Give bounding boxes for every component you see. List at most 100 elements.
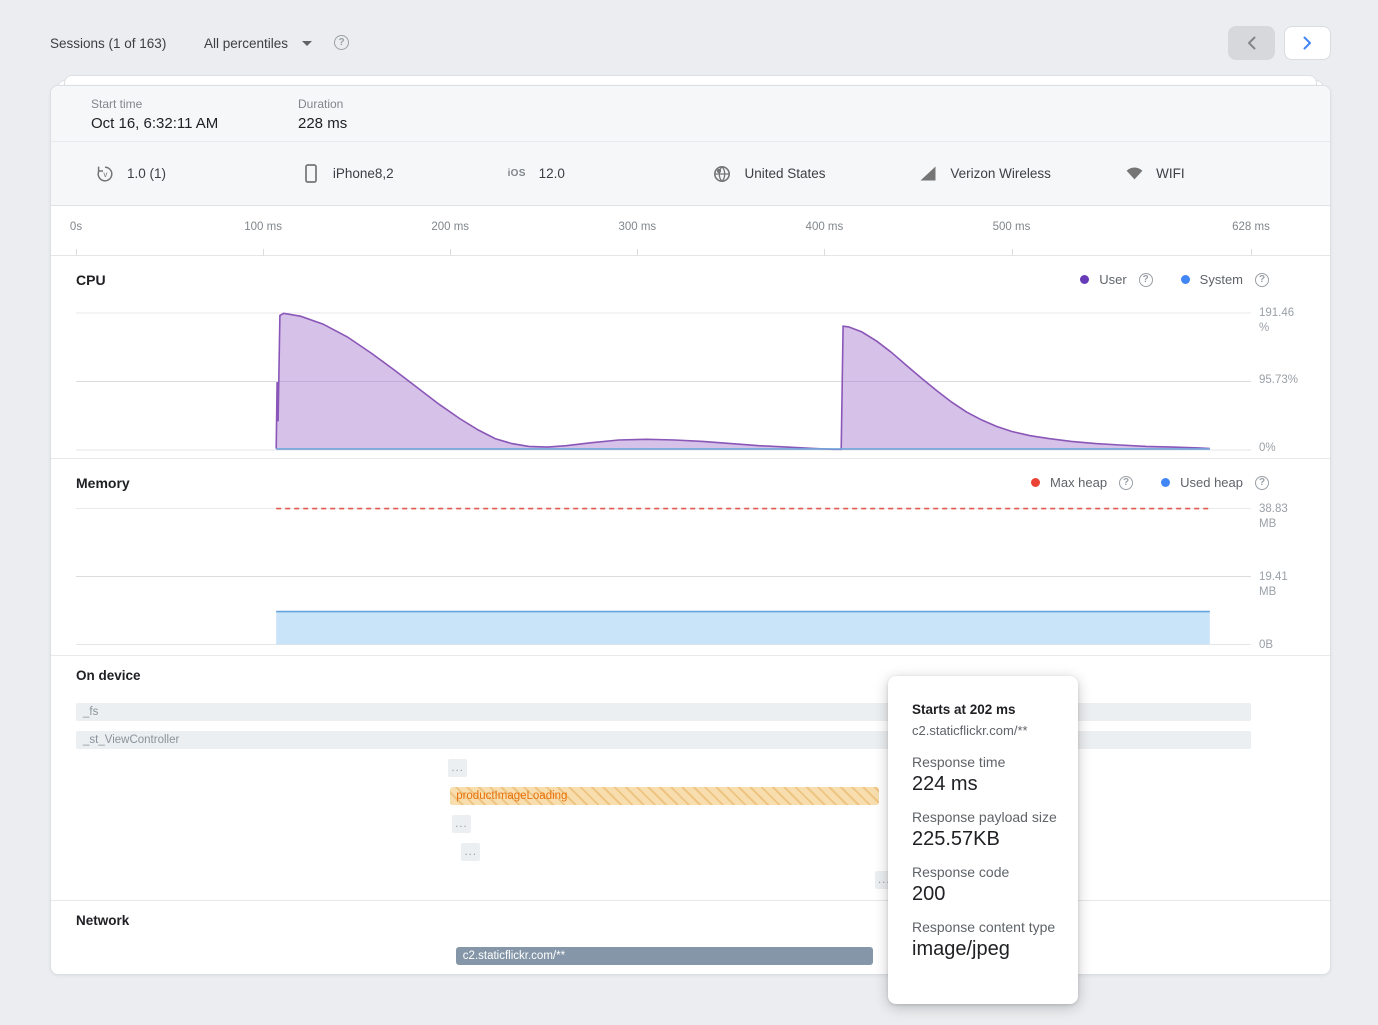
svg-text:v: v <box>103 170 107 179</box>
tooltip-field-value: 200 <box>912 883 1060 906</box>
memory-axis-max: 38.83 MB <box>1259 502 1305 532</box>
collapsed-trace-chip[interactable]: ... <box>461 843 480 861</box>
start-time-value: Oct 16, 6:32:11 AM <box>91 115 218 132</box>
timeline-tick-mark <box>1251 249 1252 256</box>
cpu-chart[interactable] <box>76 311 1251 453</box>
network-section: Network c2.staticflickr.com/** <box>51 901 1330 975</box>
user-help-icon[interactable]: ? <box>1139 273 1153 287</box>
system-help-icon[interactable]: ? <box>1255 273 1269 287</box>
user-legend-label: User <box>1099 272 1126 287</box>
system-legend-dot <box>1181 275 1190 284</box>
chevron-right-icon <box>1303 36 1312 50</box>
country-value: United States <box>744 166 825 181</box>
on-device-title: On device <box>76 668 141 683</box>
timeline-tick-label: 628 ms <box>1232 221 1270 233</box>
memory-section: Memory Max heap ? Used heap ? 38.83 MB 1… <box>51 459 1330 656</box>
max-heap-legend-dot <box>1031 478 1040 487</box>
tooltip-field-response-time: Response time 224 ms <box>912 754 1060 796</box>
cpu-section: CPU User ? System ? 191.46 % 95.73% 0% <box>51 256 1330 459</box>
used-heap-legend-dot <box>1161 478 1170 487</box>
chevron-left-icon <box>1247 36 1256 50</box>
start-time-block: Start time Oct 16, 6:32:11 AM <box>91 97 218 132</box>
tooltip-field-response-code: Response code 200 <box>912 864 1060 906</box>
carrier-signal-icon <box>918 166 938 181</box>
timeline-ruler: 0s 100 ms 200 ms 300 ms 400 ms 500 ms 628 ms <box>51 206 1330 256</box>
device-model-item: iPhone8,2 <box>301 164 507 183</box>
timeline-tick-label: 500 ms <box>993 221 1031 233</box>
percentiles-dropdown[interactable]: All percentiles <box>204 30 312 56</box>
next-session-button[interactable] <box>1284 26 1331 60</box>
used-heap-help-icon[interactable]: ? <box>1255 476 1269 490</box>
memory-legend: Max heap ? Used heap ? <box>1031 475 1269 490</box>
timeline-tick-label: 400 ms <box>806 221 844 233</box>
tooltip-field-label: Response content type <box>912 919 1060 935</box>
carrier-item: Verizon Wireless <box>918 166 1124 181</box>
cpu-axis-max: 191.46 % <box>1259 306 1305 336</box>
duration-label: Duration <box>298 97 347 111</box>
duration-block: Duration 228 ms <box>298 97 347 132</box>
sessions-count-label: Sessions (1 of 163) <box>50 36 166 51</box>
memory-axis-mid: 19.41 MB <box>1259 570 1305 600</box>
os-version-item: iOS 12.0 <box>507 166 713 181</box>
trace-bar[interactable]: productImageLoading <box>450 787 879 805</box>
max-heap-legend-label: Max heap <box>1050 475 1107 490</box>
radio-item: WIFI <box>1124 166 1330 181</box>
max-heap-help-icon[interactable]: ? <box>1119 476 1133 490</box>
device-info-row: v 1.0 (1) iPhone8,2 iOS 12.0 United Stat… <box>51 142 1330 206</box>
cpu-axis-mid: 95.73% <box>1259 373 1305 388</box>
trace-bar[interactable]: c2.staticflickr.com/** <box>456 947 873 965</box>
tooltip-field-label: Response code <box>912 864 1060 880</box>
timeline-tick-mark <box>824 249 825 256</box>
timeline-tick-label: 100 ms <box>244 221 282 233</box>
tooltip-field-value: image/jpeg <box>912 938 1060 961</box>
help-icon[interactable]: ? <box>334 35 349 50</box>
network-title: Network <box>76 913 129 928</box>
country-item: United States <box>712 165 918 183</box>
tooltip-field-value: 225.57KB <box>912 828 1060 851</box>
wifi-icon <box>1124 167 1144 180</box>
cpu-axis-zero: 0% <box>1259 441 1305 456</box>
cpu-legend: User ? System ? <box>1080 272 1269 287</box>
tooltip-field-value: 224 ms <box>912 773 1060 796</box>
timeline-tick-label: 0s <box>70 221 82 233</box>
app-version-icon: v <box>95 165 115 183</box>
tooltip-field-payload-size: Response payload size 225.57KB <box>912 809 1060 851</box>
timeline-tick-mark <box>263 249 264 256</box>
memory-chart[interactable] <box>76 506 1251 648</box>
timeline-tick-mark <box>1012 249 1013 256</box>
duration-value: 228 ms <box>298 115 347 132</box>
used-heap-legend-label: Used heap <box>1180 475 1243 490</box>
timeline-tick-mark <box>450 249 451 256</box>
tooltip-url: c2.staticflickr.com/** <box>912 723 1060 738</box>
timeline-tick-mark <box>637 249 638 256</box>
app-version-item: v 1.0 (1) <box>95 165 301 183</box>
cpu-section-title: CPU <box>76 272 106 288</box>
tooltip-field-label: Response payload size <box>912 809 1060 825</box>
memory-axis-zero: 0B <box>1259 638 1305 653</box>
session-header: Start time Oct 16, 6:32:11 AM Duration 2… <box>51 86 1330 142</box>
timeline-tick-label: 300 ms <box>618 221 656 233</box>
user-legend-dot <box>1080 275 1089 284</box>
app-version-value: 1.0 (1) <box>127 166 166 181</box>
phone-icon <box>301 164 321 183</box>
chevron-down-icon <box>302 41 312 46</box>
topbar: Sessions (1 of 163) All percentiles ? <box>0 0 1378 70</box>
tooltip-field-label: Response time <box>912 754 1060 770</box>
timeline-tick-label: 200 ms <box>431 221 469 233</box>
previous-session-button[interactable] <box>1228 26 1275 60</box>
system-legend-label: System <box>1200 272 1243 287</box>
os-icon: iOS <box>507 168 527 179</box>
timeline-tick-mark <box>76 249 77 256</box>
start-time-label: Start time <box>91 97 218 111</box>
session-card: Start time Oct 16, 6:32:11 AM Duration 2… <box>50 85 1331 975</box>
memory-section-title: Memory <box>76 475 130 491</box>
tooltip-title: Starts at 202 ms <box>912 702 1060 717</box>
percentiles-dropdown-label: All percentiles <box>204 36 288 51</box>
on-device-section: On device _fs_st_ViewController...produc… <box>51 656 1330 901</box>
os-version-value: 12.0 <box>539 166 565 181</box>
globe-icon <box>712 165 732 183</box>
device-model-value: iPhone8,2 <box>333 166 394 181</box>
collapsed-trace-chip[interactable]: ... <box>452 815 471 833</box>
radio-value: WIFI <box>1156 166 1185 181</box>
collapsed-trace-chip[interactable]: ... <box>448 759 467 777</box>
